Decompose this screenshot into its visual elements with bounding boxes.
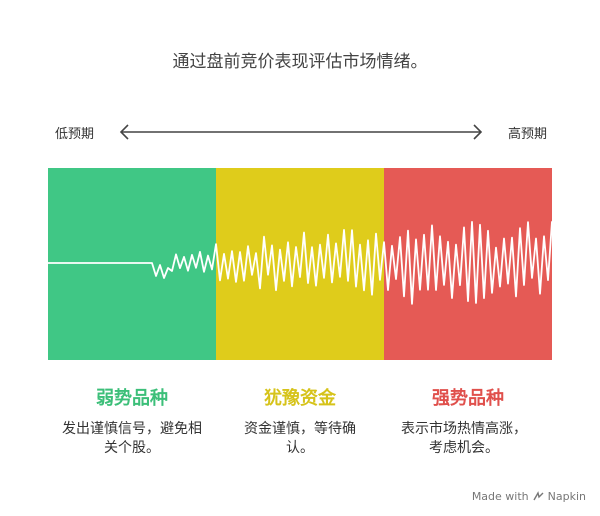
sentiment-wave <box>48 221 552 305</box>
weak-title: 弱势品种 <box>96 388 168 409</box>
sentiment-bands <box>48 168 552 360</box>
strong-description: 表示市场热情高涨，考虑机会。 <box>401 421 527 456</box>
hesitant-title: 犹豫资金 <box>264 388 336 409</box>
high-expectation-label: 高预期 <box>507 127 547 142</box>
expectation-arrow <box>119 124 483 140</box>
made-with-text: Made with <box>471 490 529 503</box>
strong-title: 强势品种 <box>432 388 504 409</box>
hesitant-description: 资金谨慎，等待确认。 <box>244 421 356 456</box>
page-title: 通过盘前竞价表现评估市场情绪。 <box>172 52 428 72</box>
napkin-logo-icon <box>533 491 544 501</box>
wave-line <box>48 221 552 305</box>
napkin-footer: Made with Napkin <box>472 490 586 503</box>
weak-description: 发出谨慎信号，避免相关个股。 <box>62 421 202 456</box>
low-expectation-label: 低预期 <box>55 127 95 142</box>
napkin-brand-text: Napkin <box>547 490 586 503</box>
